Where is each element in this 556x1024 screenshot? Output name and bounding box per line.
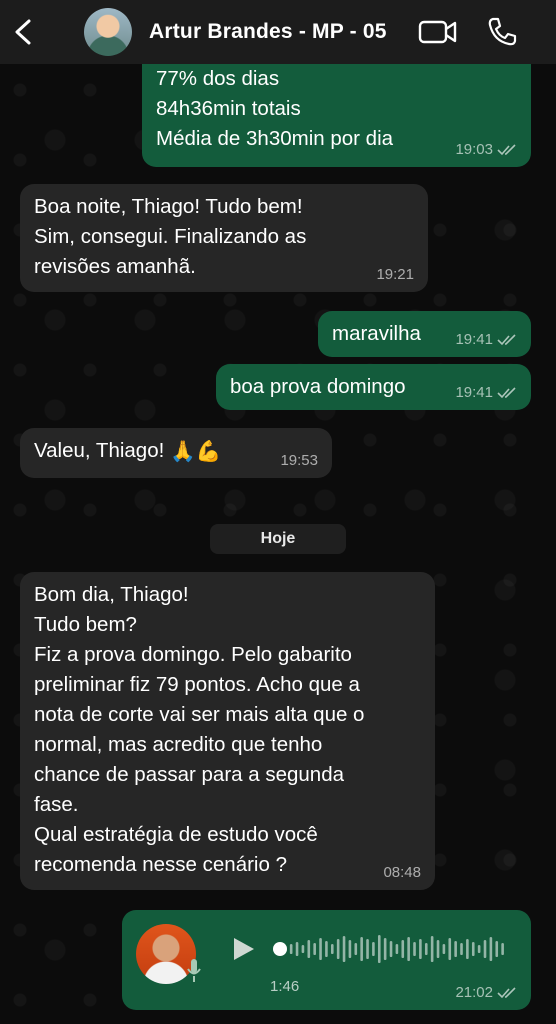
waveform-bar [501, 943, 504, 955]
waveform-bar [454, 941, 457, 957]
waveform-bar [377, 935, 381, 963]
waveform-bar [372, 942, 375, 956]
contact-name[interactable]: Artur Brandes - MP - 05 [149, 20, 387, 44]
waveform-bar [466, 939, 469, 959]
message-time: 21:02 [455, 984, 493, 1001]
waveform-bar [489, 937, 493, 961]
waveform-bar [354, 943, 358, 955]
double-check-icon [497, 387, 516, 399]
message-outgoing[interactable]: boa prova domingo 19:41 [216, 364, 531, 410]
waveform-bar [401, 940, 405, 958]
day-separator: Hoje [210, 524, 346, 554]
audio-waveform[interactable] [272, 932, 512, 966]
message-time: 19:41 [455, 384, 493, 401]
message-meta: 08:48 [383, 864, 421, 882]
chat-header: Artur Brandes - MP - 05 [0, 0, 556, 64]
message-meta: 19:53 [280, 452, 318, 470]
waveform-bar [313, 943, 316, 955]
phone-call-icon[interactable] [486, 16, 518, 48]
video-call-icon[interactable] [418, 18, 458, 46]
waveform-bar [307, 940, 311, 958]
message-time: 08:48 [383, 864, 421, 881]
message-time: 19:03 [455, 141, 493, 158]
waveform-bar [289, 944, 293, 954]
waveform-bar [413, 942, 416, 956]
waveform-bar [395, 944, 399, 954]
waveform-bar [436, 940, 440, 958]
emoji: 🙏💪 [170, 439, 222, 463]
waveform-bar [477, 945, 481, 953]
message-incoming[interactable]: Bom dia, Thiago! Tudo bem? Fiz a prova d… [20, 572, 435, 890]
message-outgoing[interactable]: 77% dos dias 84h36min totais Média de 3h… [142, 52, 531, 167]
waveform-bar [471, 942, 475, 956]
waveform-bar [319, 938, 322, 960]
message-meta: 19:21 [376, 266, 414, 284]
message-time: 19:21 [376, 266, 414, 283]
waveform-bar [366, 939, 369, 959]
double-check-icon [497, 144, 516, 156]
waveform-bar [419, 939, 422, 959]
message-meta: 19:41 [455, 331, 517, 349]
waveform-bar [383, 938, 387, 960]
waveform-bar [483, 940, 487, 958]
message-time: 19:41 [455, 331, 493, 348]
message-text: Valeu, Thiago! [34, 439, 165, 462]
waveform-bar [342, 936, 346, 962]
play-icon[interactable] [230, 936, 256, 962]
message-meta: 21:02 [455, 984, 517, 1002]
waveform-bar [330, 944, 334, 954]
message-incoming[interactable]: Boa noite, Thiago! Tudo bem! Sim, conseg… [20, 184, 428, 292]
waveform-bar [495, 941, 499, 957]
waveform-bar [430, 936, 434, 962]
double-check-icon [497, 987, 516, 999]
waveform-bar [348, 940, 352, 958]
chevron-left-icon[interactable] [12, 18, 34, 46]
microphone-icon [187, 959, 201, 982]
message-text-row: Valeu, Thiago! 🙏💪 [34, 436, 318, 467]
double-check-icon [497, 334, 516, 346]
contact-avatar[interactable] [84, 8, 132, 56]
waveform-bar [407, 937, 410, 961]
playback-scrubber[interactable] [273, 942, 287, 956]
message-outgoing[interactable]: maravilha 19:41 [318, 311, 531, 357]
message-meta: 19:03 [455, 141, 517, 159]
voice-duration: 1:46 [270, 978, 300, 995]
waveform-bar [460, 943, 463, 955]
waveform-bar [448, 938, 452, 960]
waveform-bar [360, 937, 363, 961]
waveform-bar [389, 941, 393, 957]
message-time: 19:53 [280, 452, 318, 469]
waveform-bar [424, 943, 428, 955]
message-text: Bom dia, Thiago! Tudo bem? Fiz a prova d… [34, 583, 365, 876]
message-incoming[interactable]: Valeu, Thiago! 🙏💪 19:53 [20, 428, 332, 478]
waveform-bar [336, 939, 340, 959]
waveform-bar [295, 942, 299, 956]
waveform-bar [442, 944, 446, 954]
message-meta: 19:41 [455, 384, 517, 402]
voice-message[interactable]: 1:46 21:02 [122, 910, 531, 1010]
message-text: Boa noite, Thiago! Tudo bem! Sim, conseg… [34, 195, 307, 278]
waveform-bar [301, 945, 305, 953]
waveform-bar [325, 941, 328, 957]
